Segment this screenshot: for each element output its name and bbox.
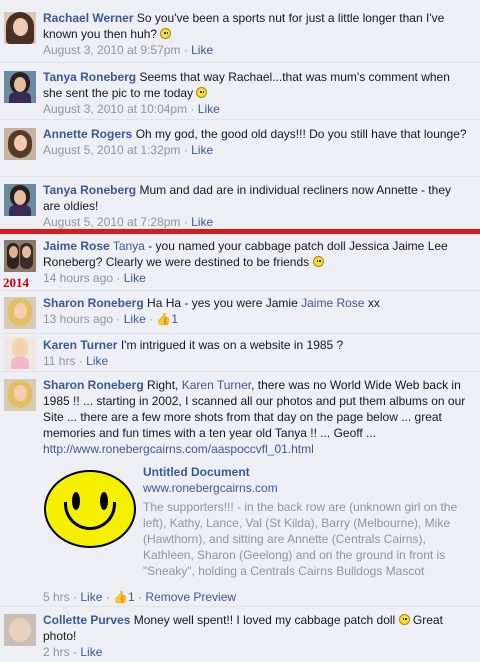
comment-timestamp[interactable]: August 3, 2010 at 10:04pm [43, 102, 187, 116]
avatar[interactable] [4, 184, 36, 216]
thumbs-up-icon: 👍 [156, 312, 172, 326]
link-preview[interactable]: Untitled Document www.ronebergcairns.com… [43, 462, 473, 582]
comment-author[interactable]: Sharon Roneberg [43, 296, 144, 310]
comment-separator [0, 119, 480, 120]
avatar[interactable] [4, 240, 36, 272]
comment-separator [0, 62, 480, 63]
preview-title[interactable]: Untitled Document [143, 465, 250, 479]
comment-timestamp[interactable]: 2 hrs [43, 645, 70, 659]
like-button[interactable]: Like [191, 43, 213, 57]
like-button[interactable]: Like [124, 312, 146, 326]
comment-text: Oh my god, the good old days!!! Do you s… [135, 127, 467, 141]
avatar[interactable] [4, 297, 36, 329]
smiley-icon [312, 256, 324, 267]
comment-text: I'm intrigued it was on a website in 198… [120, 338, 344, 352]
smiley-icon [196, 87, 208, 98]
comment-author[interactable]: Collette Purves [43, 613, 130, 627]
avatar[interactable] [4, 128, 36, 160]
likes-count[interactable]: 1 [171, 312, 178, 326]
like-button[interactable]: Like [80, 645, 102, 659]
smiley-face-thumbnail-icon[interactable] [44, 470, 136, 548]
like-button[interactable]: Like [198, 102, 220, 116]
like-button[interactable]: Like [86, 354, 108, 368]
like-button[interactable]: Like [124, 271, 146, 285]
like-button[interactable]: Like [191, 143, 213, 157]
comment-author[interactable]: Tanya Roneberg [43, 70, 136, 84]
comment-text: Ha Ha - yes you were Jamie [147, 296, 298, 310]
comment-timestamp[interactable]: 13 hours ago [43, 312, 113, 326]
remove-preview-button[interactable]: Remove Preview [145, 590, 236, 604]
comment-suffix: xx [367, 296, 380, 310]
comment-separator [0, 371, 480, 372]
thumbs-up-icon: 👍 [113, 590, 128, 604]
comment-text: Money well spent!! I loved my cabbage pa… [133, 613, 396, 627]
comment-author[interactable]: Jaime Rose [43, 239, 110, 253]
like-button[interactable]: Like [191, 215, 213, 229]
comment-timestamp[interactable]: August 5, 2010 at 1:32pm [43, 143, 180, 157]
comment-meta: 5 hrs · Like · 👍1 · Remove Preview [43, 590, 237, 604]
likes-count[interactable]: 1 [128, 590, 135, 604]
comment-timestamp[interactable]: August 5, 2010 at 7:28pm [43, 215, 180, 229]
smiley-icon [398, 614, 410, 625]
avatar[interactable] [4, 337, 36, 369]
comment-timestamp[interactable]: 14 hours ago [43, 271, 113, 285]
year-label: 2014 [3, 275, 29, 290]
comment-author[interactable]: Annette Rogers [43, 127, 132, 141]
comment-separator [0, 606, 480, 607]
url-link[interactable]: http://www.ronebergcairns.com/aaspoccvfl… [43, 442, 314, 456]
mention-link[interactable]: Tanya [113, 239, 145, 253]
comment-separator [0, 290, 480, 291]
avatar[interactable] [4, 614, 36, 646]
comment-text: Right, [147, 378, 179, 392]
smiley-icon [160, 28, 172, 39]
comment-timestamp[interactable]: August 3, 2010 at 9:57pm [43, 43, 180, 57]
preview-description: The supporters!!! - in the back row are … [143, 500, 458, 578]
comment-author[interactable]: Karen Turner [43, 338, 117, 352]
comment-author[interactable]: Rachael Werner [43, 11, 134, 25]
preview-url[interactable]: www.ronebergcairns.com [143, 481, 278, 495]
comment-author[interactable]: Tanya Roneberg [43, 183, 136, 197]
like-button[interactable]: Like [80, 590, 102, 604]
avatar[interactable] [4, 12, 36, 44]
comment-timestamp[interactable]: 5 hrs [43, 590, 70, 604]
comment-separator [0, 333, 480, 334]
mention-link[interactable]: Karen Turner [182, 378, 251, 392]
comment-separator [0, 176, 480, 177]
comment-author[interactable]: Sharon Roneberg [43, 378, 144, 392]
avatar[interactable] [4, 379, 36, 411]
comment-timestamp[interactable]: 11 hrs [43, 354, 75, 368]
mention-link[interactable]: Jaime Rose [301, 296, 364, 310]
avatar[interactable] [4, 71, 36, 103]
